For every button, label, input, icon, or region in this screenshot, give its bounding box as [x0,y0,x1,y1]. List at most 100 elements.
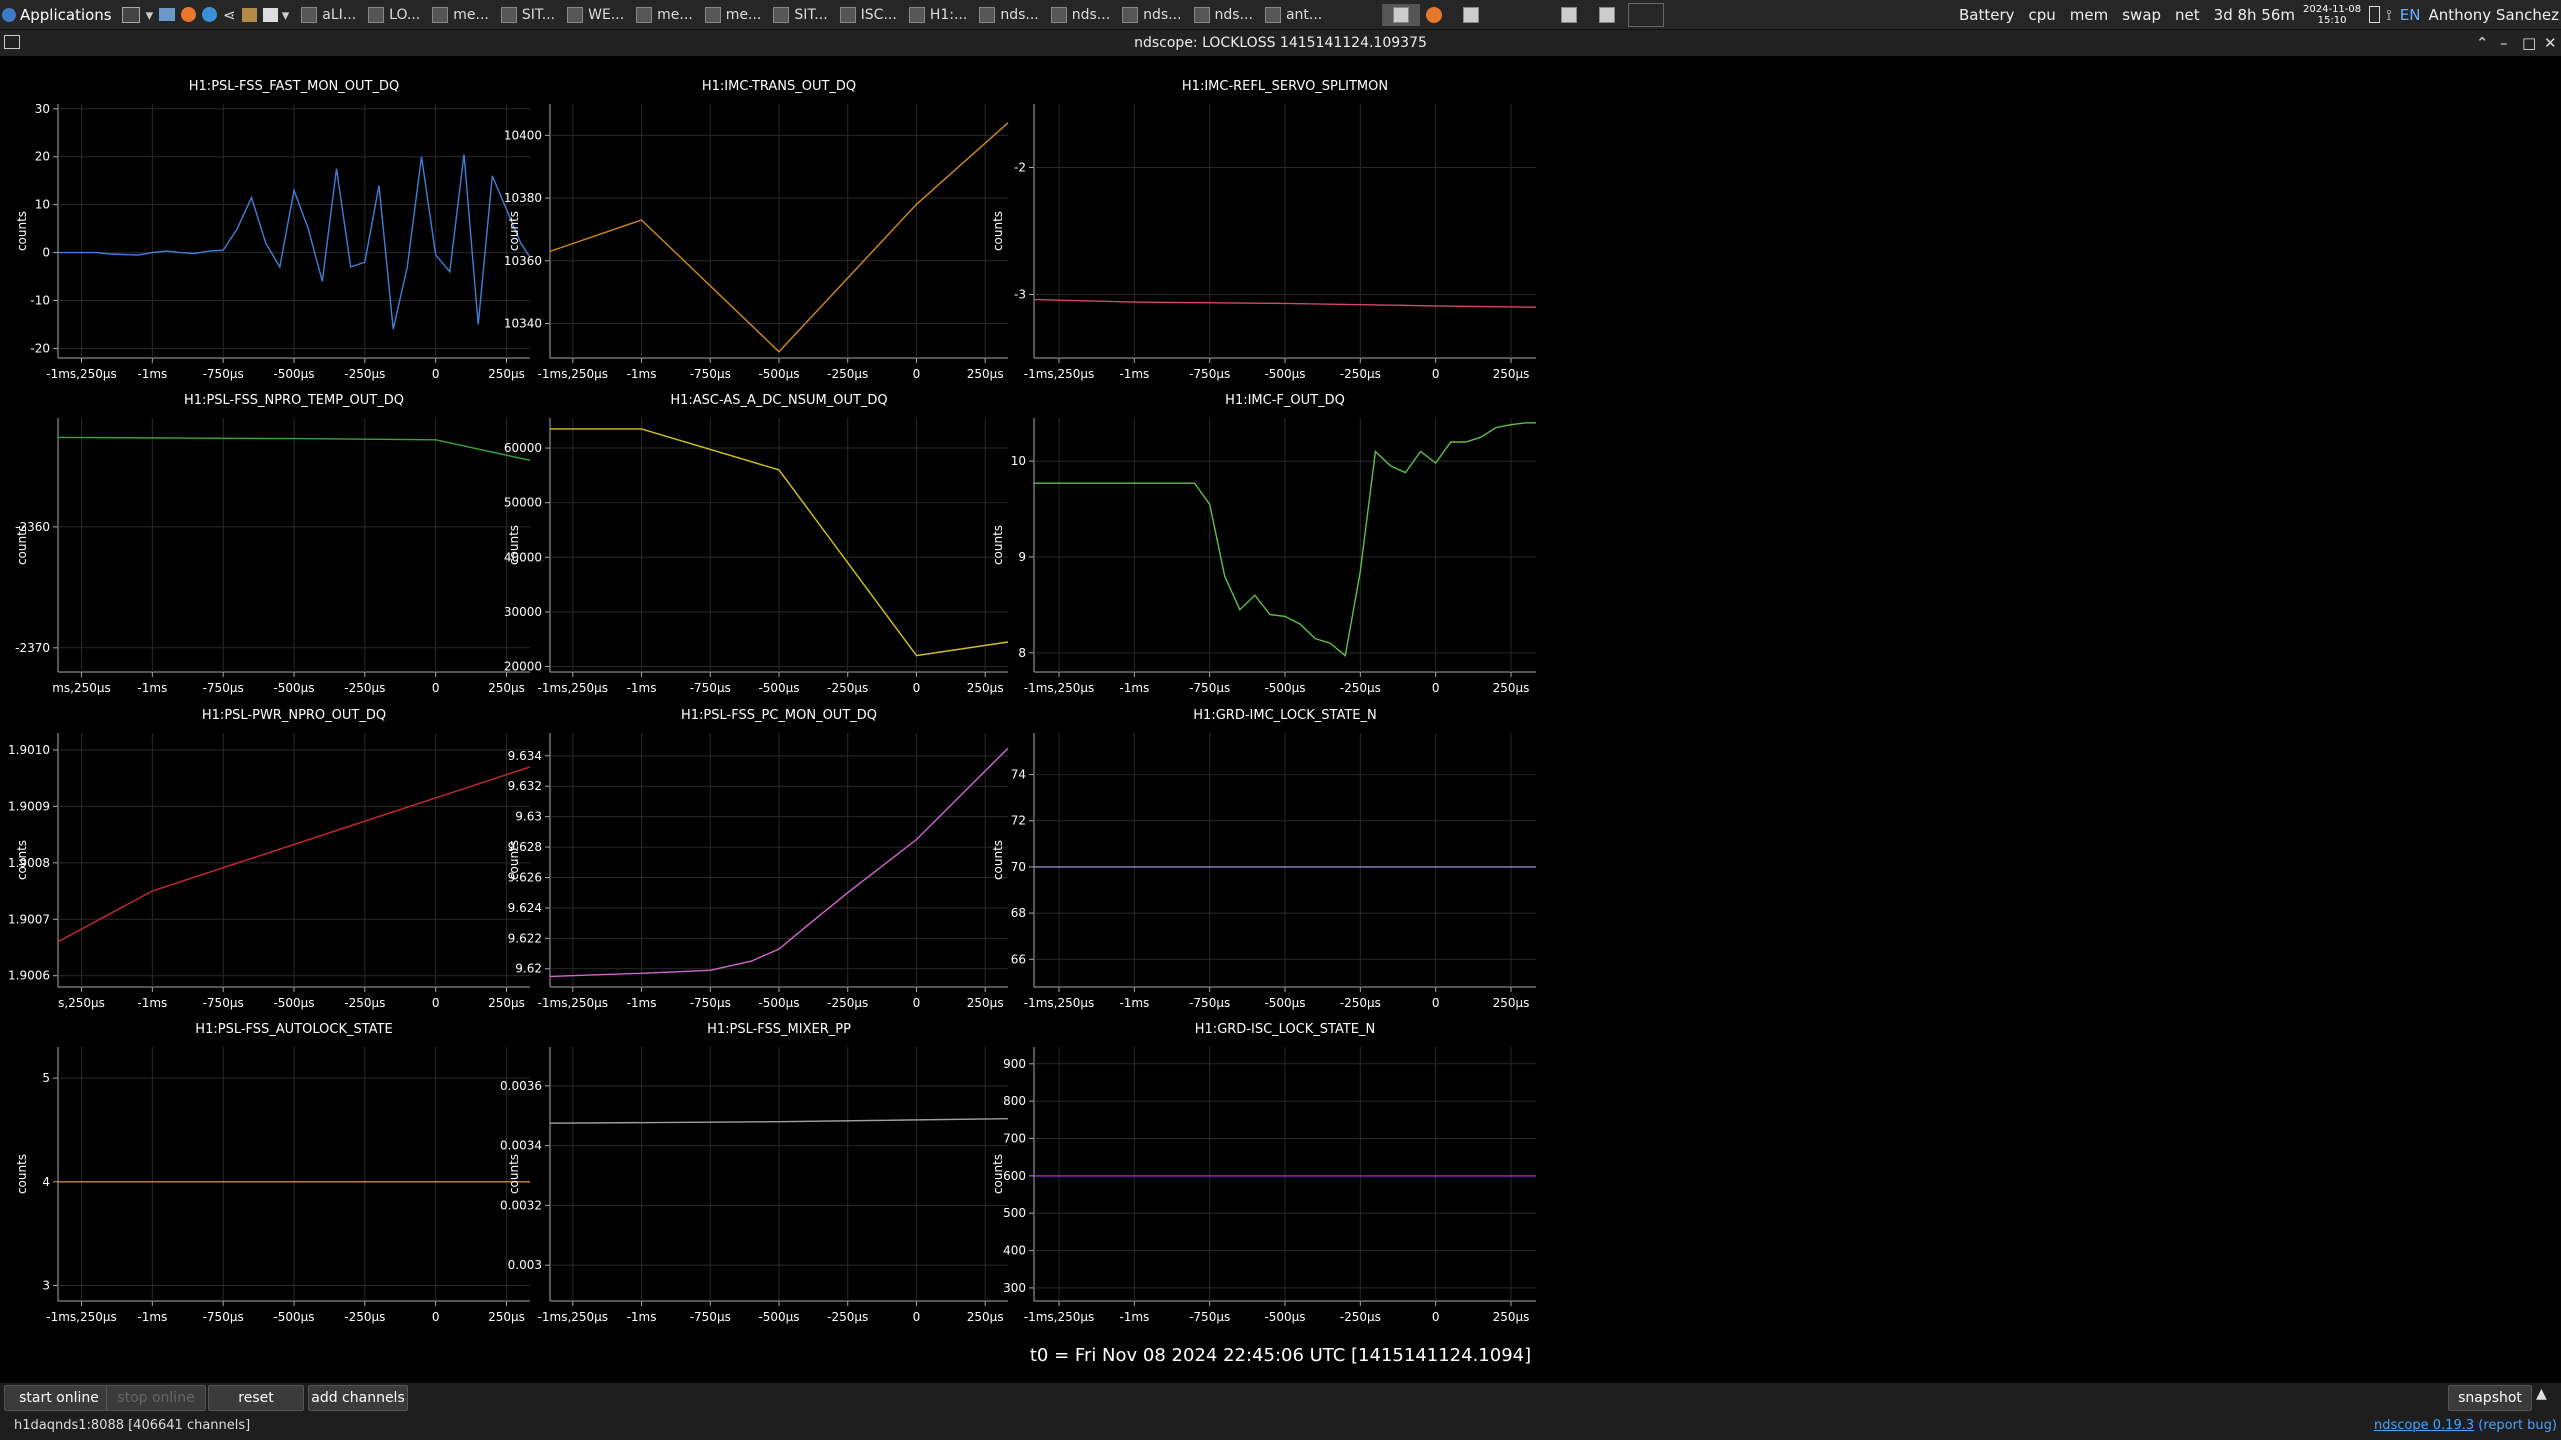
maximize-icon[interactable]: □ [2522,30,2536,56]
plot-12[interactable]: H1:GRD-ISC_LOCK_STATE_Ncounts-1ms,250µs -… [991,1022,1536,1324]
x-tick-label: 250µs [967,681,1004,695]
plot-grid: H1:PSL-FSS_FAST_MON_OUT_DQ counts -1ms,250… [0,56,2561,1380]
x-tick-label: -500µs [273,996,314,1010]
share-launcher-icon[interactable]: ⋖ [223,6,236,24]
taskbar: Applications ▾ ⋖ ▾ aLI... LO... me... SIT..… [0,0,2561,30]
plot-title: H1:IMC-TRANS_OUT_DQ [702,79,856,94]
plots-canvas[interactable]: H1:PSL-FSS_FAST_MON_OUT_DQcounts -1ms,250… [0,56,2561,1380]
chevron-down-icon[interactable]: ▾ [282,6,290,24]
minimize-icon[interactable]: – [2500,30,2508,56]
chromium-launcher-icon[interactable] [202,7,218,22]
taskbar-task[interactable]: me... [632,4,697,26]
taskbar-task[interactable]: me... [701,4,766,26]
workspace-3[interactable] [1552,4,1586,26]
y-tick-label: 0.0036 [500,1079,542,1093]
collapse-chevron-icon[interactable]: ▲ [2536,1386,2547,1402]
clock[interactable]: 2024-11-08 15:10 [2303,4,2361,26]
terminal-launcher-icon[interactable] [121,6,140,23]
snapshot-button[interactable]: snapshot [2448,1385,2532,1411]
start-online-button[interactable]: start online [4,1385,114,1411]
firefox-launcher-icon[interactable] [181,7,197,22]
clock-time: 15:10 [2317,14,2347,26]
x-tick-label: -500µs [273,681,314,695]
y-tick-label: 30 [35,102,50,116]
battery-icon[interactable] [2369,6,2381,23]
workspace-2[interactable] [1454,4,1488,26]
window-icon [979,6,996,23]
taskbar-task[interactable]: me... [428,4,493,26]
window-title: ndscope: LOCKLOSS 1415141124.109375 [1134,35,1427,51]
y-tick-label: -2360 [15,520,50,534]
x-tick-label: 0 [913,681,921,695]
swap-monitor[interactable]: swap [2122,6,2161,24]
net-monitor[interactable]: net [2175,6,2200,24]
plot-7[interactable]: H1:PSL-PWR_NPRO_OUT_DQcountss,250µs -1ms -… [8,708,531,1010]
taskbar-task-label: nds... [1143,6,1182,23]
plot-6[interactable]: H1:IMC-F_OUT_DQcounts -1ms,250µs -1ms -750µ… [991,393,1536,695]
folder-launcher-icon[interactable] [159,8,176,21]
plot-3[interactable]: H1:IMC-REFL_SERVO_SPLITMONcounts -1ms,250… [991,79,1537,381]
keyboard-layout[interactable]: EN [2400,6,2421,24]
stop-online-button: stop online [106,1385,206,1411]
ndscope-version-link[interactable]: ndscope 0.19.3 [2374,1418,2474,1433]
cpu-monitor[interactable]: cpu [2029,6,2056,24]
x-tick-label: -500µs [1264,681,1305,695]
add-channels-button[interactable]: add channels [308,1385,408,1411]
taskbar-task[interactable]: SIT... [497,4,559,26]
taskbar-task-label: nds... [1214,6,1253,23]
plot-title: H1:PSL-FSS_FAST_MON_OUT_DQ [189,79,399,94]
plot-1[interactable]: H1:PSL-FSS_FAST_MON_OUT_DQcounts -1ms,250… [15,79,531,381]
close-icon[interactable]: ✕ [2544,30,2557,56]
chevron-down-icon[interactable]: ▾ [146,6,154,24]
y-tick-label: -2370 [15,641,50,655]
x-tick-label: -1ms [627,681,657,695]
reset-button[interactable]: reset [208,1385,304,1411]
applications-menu[interactable]: Applications [20,6,112,24]
applications-menu-icon[interactable] [2,7,16,22]
x-tick-label: -500µs [758,1310,799,1324]
taskbar-task[interactable]: SIT... [769,4,831,26]
taskbar-task[interactable]: H1:... [905,4,972,26]
taskbar-task[interactable]: nds... [1190,4,1257,26]
editor-launcher-icon[interactable] [262,7,278,22]
taskbar-task[interactable]: nds... [975,4,1042,26]
y-tick-label: 10 [35,198,50,212]
x-tick-label: -500µs [273,1310,314,1324]
taskbar-task[interactable]: aLI... [297,4,360,26]
y-tick-label: 300 [1003,1281,1026,1295]
network-icon[interactable]: ⟟ [2386,6,2392,24]
taskbar-task[interactable]: ISC... [836,4,901,26]
workspace-4[interactable] [1590,4,1624,26]
taskbar-task[interactable]: ant... [1261,4,1326,26]
mem-monitor[interactable]: mem [2070,6,2108,24]
y-tick-label: 10 [1011,454,1026,468]
y-tick-label: 20000 [504,660,542,674]
plot-4[interactable]: H1:PSL-FSS_NPRO_TEMP_OUT_DQcountsms,250µ… [15,393,531,695]
taskbar-task[interactable]: LO... [364,4,424,26]
taskbar-task[interactable]: nds... [1047,4,1114,26]
firefox-tray-icon[interactable] [1426,6,1442,23]
plot-9[interactable]: H1:GRD-IMC_LOCK_STATE_Ncounts -1ms,250µs -… [991,708,1536,1010]
taskbar-task[interactable]: nds... [1118,4,1185,26]
plot-11[interactable]: H1:PSL-FSS_MIXER_PPcounts -1ms,250µs -1ms -… [500,1022,1009,1324]
taskbar-task[interactable]: WE... [563,4,628,26]
plot-title: H1:PSL-PWR_NPRO_OUT_DQ [202,708,386,723]
plot-2[interactable]: H1:IMC-TRANS_OUT_DQcounts -1ms,250µs -1ms -… [504,79,1009,381]
window-icon [839,6,856,23]
report-bug-link[interactable]: (report bug) [2478,1418,2557,1433]
x-tick-label: s,250µs [58,996,105,1010]
workspace-5[interactable] [1628,2,1664,27]
workspace-1[interactable] [1382,3,1420,26]
taskbar-task-label: SIT... [794,6,828,23]
window-titlebar[interactable]: ndscope: LOCKLOSS 1415141124.109375 ⌃ – … [0,30,2561,56]
files-launcher-icon[interactable] [241,7,257,22]
plot-8[interactable]: H1:PSL-FSS_PC_MON_OUT_DQcounts -1ms,250µs… [507,708,1009,1010]
window-shade-icon[interactable]: ⌃ [2476,30,2489,56]
y-tick-label: -10 [30,293,50,307]
plot-10[interactable]: H1:PSL-FSS_AUTOLOCK_STATEcounts -1ms,250µ… [15,1022,530,1324]
y-tick-label: 900 [1003,1057,1026,1071]
battery-indicator[interactable]: Battery [1959,6,2015,24]
plot-5[interactable]: H1:ASC-AS_A_DC_NSUM_OUT_DQcounts -1ms,250… [504,393,1009,695]
user-name[interactable]: Anthony Sanchez [2428,6,2559,24]
window-menu-icon[interactable] [4,35,20,49]
